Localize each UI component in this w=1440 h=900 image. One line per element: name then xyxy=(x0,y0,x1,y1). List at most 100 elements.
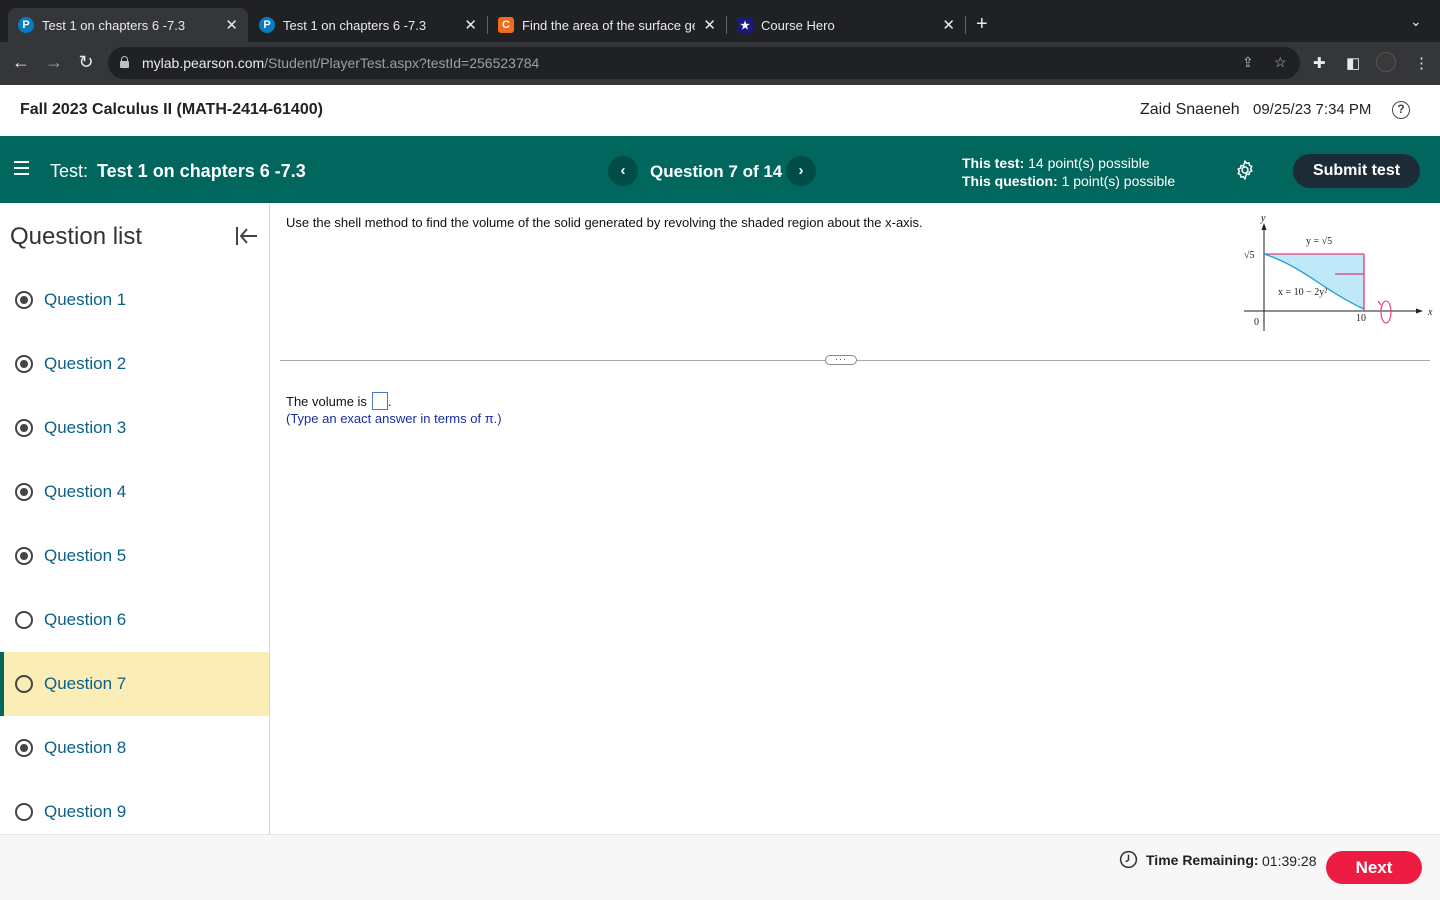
browser-tab-4[interactable]: ★ Course Hero ✕ xyxy=(727,8,965,42)
test-toolbar: Test: Test 1 on chapters 6 -7.3 ‹ Questi… xyxy=(0,136,1440,203)
question-label: Question 2 xyxy=(44,354,127,373)
question-label: Question 8 xyxy=(44,738,127,757)
question-prompt: Use the shell method to find the volume … xyxy=(286,215,923,230)
unanswered-radio-icon xyxy=(15,675,33,693)
answered-radio-icon xyxy=(15,739,33,757)
lock-icon xyxy=(120,56,129,68)
figure-x-axis-label: x xyxy=(1427,307,1433,318)
url-path: /Student/PlayerTest.aspx?testId=25652378… xyxy=(264,55,540,71)
chegg-icon: C xyxy=(498,17,514,33)
url-host: mylab.pearson.com xyxy=(142,55,265,71)
tab-title: Test 1 on chapters 6 -7.3 xyxy=(283,17,427,33)
question-label: Question 7 xyxy=(44,674,127,693)
question-label: Question 5 xyxy=(44,546,127,565)
answered-radio-icon xyxy=(15,483,33,501)
reload-icon[interactable]: ↻ xyxy=(75,52,97,73)
question-label: Question 6 xyxy=(44,610,127,629)
answered-radio-icon xyxy=(15,291,33,309)
close-icon[interactable]: ✕ xyxy=(225,16,238,34)
submit-test-button[interactable]: Submit test xyxy=(1293,154,1420,188)
bookmark-star-icon[interactable]: ☆ xyxy=(1274,54,1287,71)
figure-y-axis-label: y xyxy=(1260,213,1266,224)
next-question-button[interactable]: › xyxy=(786,156,816,186)
course-header: Fall 2023 Calculus II (MATH-2414-61400) … xyxy=(0,85,1440,136)
question-list-item-8[interactable]: Question 8 xyxy=(0,716,269,780)
answer-input[interactable] xyxy=(371,392,388,410)
tab-title: Test 1 on chapters 6 -7.3 xyxy=(42,17,186,33)
question-list-item-9[interactable]: Question 9 xyxy=(0,780,269,834)
figure-x-tick: 10 xyxy=(1356,313,1366,324)
close-icon[interactable]: ✕ xyxy=(942,16,955,34)
this-test-value: 14 point(s) possible xyxy=(1028,155,1150,171)
footer-bar: Time Remaining: 01:39:28 Next xyxy=(0,834,1440,900)
browser-tab-2[interactable]: P Test 1 on chapters 6 -7.3 ✕ xyxy=(249,8,487,42)
pearson-icon: P xyxy=(259,17,275,33)
course-title: Fall 2023 Calculus II (MATH-2414-61400) xyxy=(20,101,323,118)
browser-toolbar: ← → ↻ mylab.pearson.com/Student/PlayerTe… xyxy=(0,42,1440,85)
figure-y-tick: √5 xyxy=(1244,250,1255,261)
address-bar[interactable]: mylab.pearson.com/Student/PlayerTest.asp… xyxy=(108,47,1300,79)
question-list-item-7[interactable]: Question 7 xyxy=(0,652,269,716)
question-list-item-6[interactable]: Question 6 xyxy=(0,588,269,652)
back-arrow-icon[interactable]: ← xyxy=(10,52,32,73)
previous-question-button[interactable]: ‹ xyxy=(608,156,638,186)
question-list-item-2[interactable]: Question 2 xyxy=(0,332,269,396)
question-label: Question 4 xyxy=(44,482,127,501)
this-test-label: This test: xyxy=(962,155,1025,171)
tab-search-chevron-icon[interactable]: ⌄ xyxy=(1410,13,1422,30)
current-datetime: 09/25/23 7:34 PM xyxy=(1253,101,1372,118)
question-indicator: Question 7 of 14 xyxy=(650,162,783,181)
next-button[interactable]: Next xyxy=(1326,851,1422,884)
answer-prefix: The volume is xyxy=(286,393,367,409)
close-icon[interactable]: ✕ xyxy=(464,16,477,34)
test-name: Test 1 on chapters 6 -7.3 xyxy=(97,161,306,181)
answer-suffix: . xyxy=(387,393,392,409)
side-panel-icon[interactable]: ◧ xyxy=(1346,54,1360,72)
question-list-title: Question list xyxy=(10,223,143,250)
shell-method-figure: y x y = √5 √5 x = 10 − 2y² 0 10 xyxy=(1244,213,1433,331)
hamburger-menu-icon[interactable] xyxy=(14,161,29,175)
question-list-panel: Question list Question 1 Question 2 Ques… xyxy=(0,203,270,834)
question-list-item-5[interactable]: Question 5 xyxy=(0,524,269,588)
tab-separator xyxy=(965,16,966,34)
user-name: Zaid Snaeneh xyxy=(1140,101,1240,118)
browser-tab-3[interactable]: C Find the area of the surface ge ✕ xyxy=(488,8,726,42)
resize-handle[interactable]: ··· xyxy=(825,355,857,365)
unanswered-radio-icon xyxy=(15,611,33,629)
extensions-puzzle-icon[interactable]: ✚ xyxy=(1313,54,1326,72)
question-list-item-3[interactable]: Question 3 xyxy=(0,396,269,460)
unanswered-radio-icon xyxy=(15,803,33,821)
browser-tab-1[interactable]: P Test 1 on chapters 6 -7.3 ✕ xyxy=(8,8,248,42)
answered-radio-icon xyxy=(15,419,33,437)
pearson-icon: P xyxy=(18,17,34,33)
browser-tab-bar: P Test 1 on chapters 6 -7.3 ✕ P Test 1 o… xyxy=(0,0,1440,42)
kebab-menu-icon[interactable]: ⋮ xyxy=(1414,54,1429,72)
figure-curve-label: x = 10 − 2y² xyxy=(1278,287,1327,298)
answered-radio-icon xyxy=(15,355,33,373)
question-area: Use the shell method to find the volume … xyxy=(270,203,1440,834)
this-question-value: 1 point(s) possible xyxy=(1061,173,1176,189)
share-icon[interactable]: ⇪ xyxy=(1242,54,1254,71)
tab-title: Course Hero xyxy=(761,17,835,33)
question-list-item-4[interactable]: Question 4 xyxy=(0,460,269,524)
clock-icon xyxy=(1119,850,1138,869)
test-prefix: Test: xyxy=(50,161,89,181)
figure-top-line-label: y = √5 xyxy=(1306,236,1332,247)
forward-arrow-icon[interactable]: → xyxy=(43,52,65,73)
question-label: Question 1 xyxy=(44,290,127,309)
profile-avatar[interactable] xyxy=(1376,52,1396,72)
question-label: Question 3 xyxy=(44,418,127,437)
points-info: This test: 14 point(s) possible This que… xyxy=(962,154,1175,190)
gear-icon[interactable] xyxy=(1234,159,1256,181)
question-label: Question 9 xyxy=(44,802,127,821)
new-tab-plus-icon[interactable]: + xyxy=(976,13,988,36)
figure-origin-label: 0 xyxy=(1254,317,1259,328)
answer-line: The volume is . xyxy=(286,392,392,410)
question-list-item-1[interactable]: Question 1 xyxy=(0,268,269,332)
answered-radio-icon xyxy=(15,547,33,565)
help-icon[interactable]: ? xyxy=(1392,101,1410,119)
close-icon[interactable]: ✕ xyxy=(703,16,716,34)
url-text: mylab.pearson.com/Student/PlayerTest.asp… xyxy=(142,55,539,71)
collapse-panel-icon[interactable] xyxy=(234,224,260,248)
tab-title: Find the area of the surface ge xyxy=(522,17,696,33)
